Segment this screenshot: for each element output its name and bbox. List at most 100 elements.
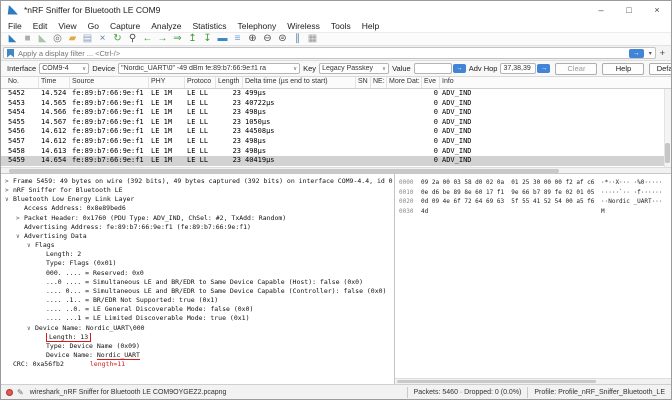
column-header-length[interactable]: Length xyxy=(216,77,243,88)
expand-icon[interactable]: > xyxy=(5,177,13,186)
close-file-icon[interactable]: × xyxy=(95,33,110,45)
hex-row[interactable]: 00100e d6 be 89 8e 60 17 f1 9e 66 b7 89 … xyxy=(395,188,671,198)
hex-row[interactable]: 00304dM xyxy=(395,207,671,217)
apply-filter-button[interactable]: → xyxy=(629,49,644,58)
tree-line[interactable]: Device Name: Nordic_UART xyxy=(1,351,394,360)
menu-file[interactable]: File xyxy=(8,21,22,31)
tree-line[interactable]: Advertising Address: fe:89:b7:66:9e:f1 (… xyxy=(1,223,394,232)
menu-capture[interactable]: Capture xyxy=(110,21,140,31)
colorize-icon[interactable]: ≡ xyxy=(230,33,245,45)
device-select[interactable]: "Nordic_UART\0" -49 dBm fe:89:b7:66:9e:f… xyxy=(118,63,300,74)
menu-view[interactable]: View xyxy=(58,21,76,31)
capture-options-icon[interactable]: ◎ xyxy=(50,33,65,45)
column-header-time[interactable]: Time xyxy=(39,77,70,88)
maximize-button[interactable]: □ xyxy=(615,1,643,19)
expand-icon[interactable]: > xyxy=(16,214,24,223)
tree-line[interactable]: 000. .... = Reserved: 0x0 xyxy=(1,269,394,278)
close-button[interactable]: × xyxy=(643,1,671,19)
menu-statistics[interactable]: Statistics xyxy=(192,21,226,31)
zoom-100-icon[interactable]: ⊜ xyxy=(275,33,290,45)
advhop-apply-button[interactable]: → xyxy=(537,64,550,73)
save-file-icon[interactable]: ▤ xyxy=(80,33,95,45)
advhop-input[interactable]: 37,38,39 xyxy=(500,63,536,74)
menu-telephony[interactable]: Telephony xyxy=(238,21,277,31)
column-header-delta-time-s-end-to-start[interactable]: Delta time (µs end to start) xyxy=(243,77,356,88)
packet-row[interactable]: 545514.567fe:89:b7:66:9e:f1LE 1MLE LL231… xyxy=(1,118,671,128)
packet-list-horizontal-scrollbar[interactable] xyxy=(1,167,671,174)
open-file-icon[interactable]: ▰ xyxy=(65,33,80,45)
minimize-button[interactable]: – xyxy=(587,1,615,19)
tree-line[interactable]: ∨Advertising Data xyxy=(1,232,394,241)
value-apply-button[interactable]: → xyxy=(453,64,466,73)
expand-icon[interactable]: > xyxy=(5,186,13,195)
tree-line[interactable]: ∨Bluetooth Low Energy Link Layer xyxy=(1,195,394,204)
tree-line[interactable]: Access Address: 0x8e89bed6 xyxy=(1,204,394,213)
menu-tools[interactable]: Tools xyxy=(331,21,351,31)
add-filter-button[interactable]: + xyxy=(656,48,669,58)
tree-line[interactable]: CRC: 0xa56fb2length=11 xyxy=(1,360,394,369)
tree-line[interactable]: Length: 13 xyxy=(1,333,394,342)
collapse-icon[interactable]: ∨ xyxy=(27,324,35,333)
auto-scroll-icon[interactable]: ▬ xyxy=(215,33,230,45)
tree-line[interactable]: ∨Device Name: Nordic_UART\000 xyxy=(1,324,394,333)
defaults-button[interactable]: Defaults xyxy=(649,63,672,75)
column-header-source[interactable]: Source xyxy=(70,77,149,88)
display-filter-input[interactable] xyxy=(18,49,629,58)
packet-row[interactable]: 545914.654fe:89:b7:66:9e:f1LE 1MLE LL234… xyxy=(1,156,671,166)
expert-info-icon[interactable] xyxy=(6,389,13,396)
tree-line[interactable]: .... ...1 = LE Limited Discoverable Mode… xyxy=(1,314,394,323)
column-header-phy[interactable]: PHY xyxy=(149,77,185,88)
tree-line[interactable]: Type: Flags (0x01) xyxy=(1,259,394,268)
start-capture-icon[interactable]: ◣ xyxy=(5,33,20,45)
zoom-in-icon[interactable]: ⊕ xyxy=(245,33,260,45)
clear-button[interactable]: Clear xyxy=(555,63,597,75)
column-header-no[interactable]: No. xyxy=(6,77,39,88)
tree-line[interactable]: .... 0... = Simultaneous LE and BR/EDR t… xyxy=(1,287,394,296)
column-header-protoco[interactable]: Protoco xyxy=(185,77,216,88)
profile-status[interactable]: Profile: Profile_nRF_Sniffer_Bluetooth_L… xyxy=(527,387,671,398)
menu-edit[interactable]: Edit xyxy=(33,21,48,31)
layout-table-icon[interactable]: ▦ xyxy=(305,33,320,45)
zoom-out-icon[interactable]: ⊖ xyxy=(260,33,275,45)
value-input[interactable] xyxy=(414,63,452,74)
menu-go[interactable]: Go xyxy=(88,21,99,31)
go-first-icon[interactable]: ↥ xyxy=(185,33,200,45)
packet-list-vertical-scrollbar[interactable] xyxy=(664,89,671,167)
restart-capture-icon[interactable]: ◣ xyxy=(35,33,50,45)
filter-dropdown-caret-icon[interactable]: ▾ xyxy=(646,50,655,57)
tree-line[interactable]: >Frame 5459: 49 bytes on wire (392 bits)… xyxy=(1,177,394,186)
menu-wireless[interactable]: Wireless xyxy=(287,21,320,31)
packet-row[interactable]: 545414.566fe:89:b7:66:9e:f1LE 1MLE LL234… xyxy=(1,108,671,118)
hex-row[interactable]: 000009 2a 00 03 58 d0 02 0a 01 25 30 00 … xyxy=(395,178,671,188)
tree-line[interactable]: Type: Device Name (0x09) xyxy=(1,342,394,351)
interface-select[interactable]: COM9-4 ∨ xyxy=(39,63,89,74)
tree-line[interactable]: .... .1.. = BR/EDR Not Supported: true (… xyxy=(1,296,394,305)
collapse-icon[interactable]: ∨ xyxy=(27,241,35,250)
go-last-icon[interactable]: ↧ xyxy=(200,33,215,45)
hex-horizontal-scrollbar[interactable] xyxy=(395,378,671,384)
hex-row[interactable]: 00200d 09 4e 6f 72 64 69 63 5f 55 41 52 … xyxy=(395,197,671,207)
collapse-icon[interactable]: ∨ xyxy=(5,195,13,204)
reload-icon[interactable]: ↻ xyxy=(110,33,125,45)
go-forward-icon[interactable]: → xyxy=(155,33,170,45)
column-header-ne[interactable]: NE: xyxy=(371,77,387,88)
tree-line[interactable]: .... ..0. = LE General Discoverable Mode… xyxy=(1,305,394,314)
capture-comment-icon[interactable]: ✎ xyxy=(17,388,24,397)
column-header-more-dat[interactable]: More Dat: xyxy=(387,77,422,88)
tree-line[interactable]: ∨Flags xyxy=(1,241,394,250)
menu-help[interactable]: Help xyxy=(362,21,379,31)
tree-line[interactable]: ...0 .... = Simultaneous LE and BR/EDR t… xyxy=(1,278,394,287)
packet-row[interactable]: 545614.612fe:89:b7:66:9e:f1LE 1MLE LL234… xyxy=(1,127,671,137)
packet-row[interactable]: 545714.612fe:89:b7:66:9e:f1LE 1MLE LL234… xyxy=(1,137,671,147)
column-header-info[interactable]: Info xyxy=(440,77,671,88)
packet-row[interactable]: 545814.613fe:89:b7:66:9e:f1LE 1MLE LL234… xyxy=(1,147,671,157)
key-select[interactable]: Legacy Passkey ∨ xyxy=(319,63,389,74)
menu-analyze[interactable]: Analyze xyxy=(151,21,181,31)
bookmark-icon[interactable] xyxy=(7,49,14,58)
tree-line[interactable]: Length: 2 xyxy=(1,250,394,259)
packet-row[interactable]: 545314.565fe:89:b7:66:9e:f1LE 1MLE LL234… xyxy=(1,99,671,109)
find-packet-icon[interactable]: ⚲ xyxy=(125,33,140,45)
stop-capture-icon[interactable]: ■ xyxy=(20,33,35,45)
column-header-eve[interactable]: Eve xyxy=(422,77,440,88)
resize-columns-icon[interactable]: ∥ xyxy=(290,33,305,45)
